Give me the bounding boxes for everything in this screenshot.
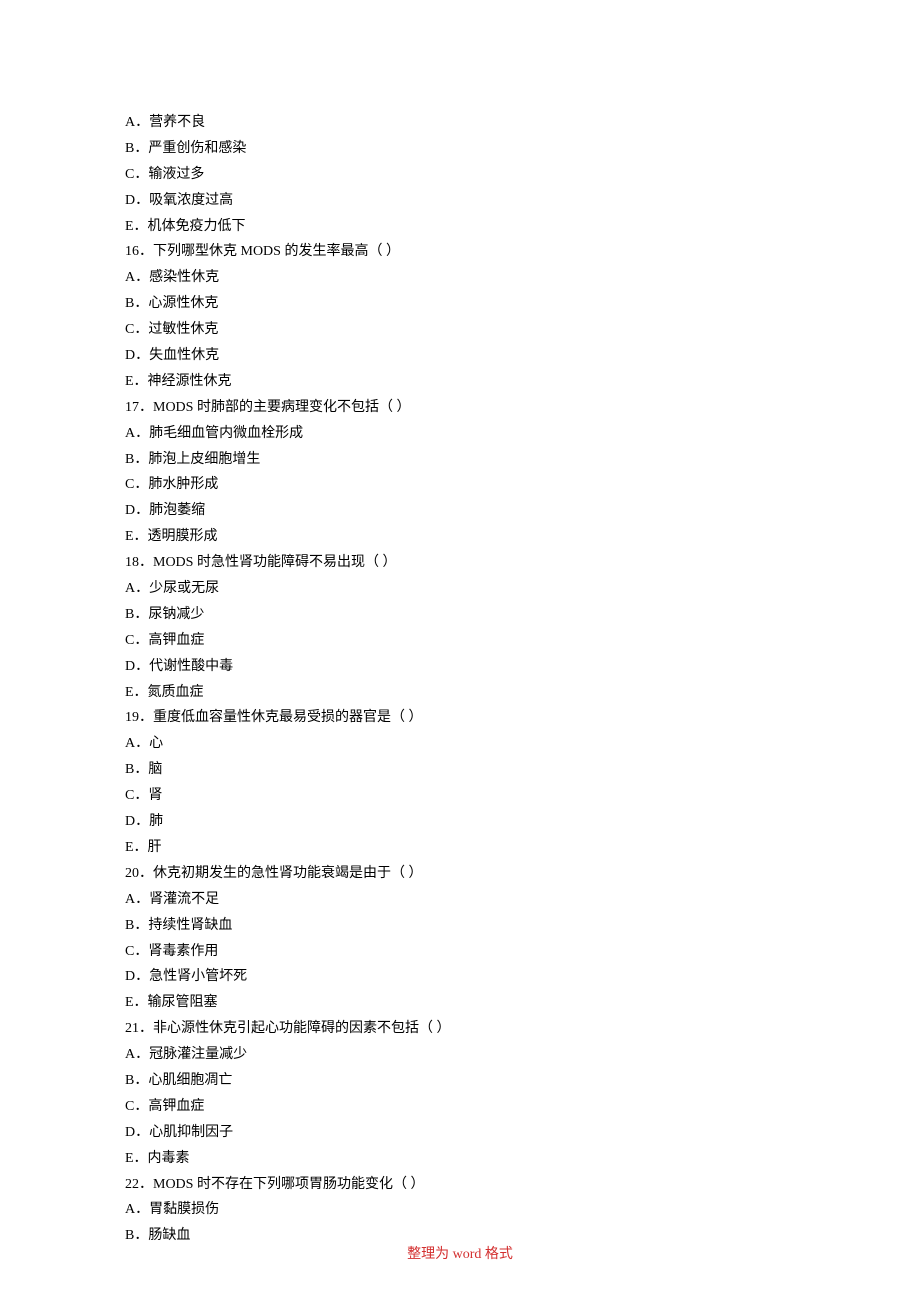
q17-c: C．肺水肿形成 (125, 472, 795, 498)
q16-b: B．心源性休克 (125, 291, 795, 317)
q20-b: B．持续性肾缺血 (125, 913, 795, 939)
q22-a: A．胃黏膜损伤 (125, 1197, 795, 1223)
q20-stem: 20．休克初期发生的急性肾功能衰竭是由于（ ） (125, 861, 795, 887)
footer-suffix: 格式 (485, 1247, 513, 1262)
q18-a: A．少尿或无尿 (125, 576, 795, 602)
q17-b: B．肺泡上皮细胞增生 (125, 447, 795, 473)
q21-b: B．心肌细胞凋亡 (125, 1068, 795, 1094)
q20-e: E．输尿管阻塞 (125, 990, 795, 1016)
q19-stem: 19．重度低血容量性休克最易受损的器官是（ ） (125, 705, 795, 731)
q16-d: D．失血性休克 (125, 343, 795, 369)
q20-d: D．急性肾小管坏死 (125, 964, 795, 990)
q22-stem: 22．MODS 时不存在下列哪项胃肠功能变化（ ） (125, 1172, 795, 1198)
opt-b-trauma-infection: B．严重创伤和感染 (125, 136, 795, 162)
q17-e: E．透明膜形成 (125, 524, 795, 550)
q18-d: D．代谢性酸中毒 (125, 654, 795, 680)
q17-d: D．肺泡萎缩 (125, 498, 795, 524)
q21-d: D．心肌抑制因子 (125, 1120, 795, 1146)
q18-b: B．尿钠减少 (125, 602, 795, 628)
q21-c: C．高钾血症 (125, 1094, 795, 1120)
q21-a: A．冠脉灌注量减少 (125, 1042, 795, 1068)
q19-d: D．肺 (125, 809, 795, 835)
opt-e-low-immunity: E．机体免疫力低下 (125, 214, 795, 240)
q21-e: E．内毒素 (125, 1146, 795, 1172)
q20-a: A．肾灌流不足 (125, 887, 795, 913)
q21-stem: 21．非心源性休克引起心功能障碍的因素不包括（ ） (125, 1016, 795, 1042)
q19-b: B．脑 (125, 757, 795, 783)
q18-e: E．氮质血症 (125, 680, 795, 706)
opt-a-malnutrition: A．营养不良 (125, 110, 795, 136)
q16-c: C．过敏性休克 (125, 317, 795, 343)
footer-word: word (449, 1247, 485, 1262)
footer: 整理为 word 格式 (0, 1242, 920, 1268)
q16-a: A．感染性休克 (125, 265, 795, 291)
q17-a: A．肺毛细血管内微血栓形成 (125, 421, 795, 447)
opt-d-high-oxygen: D．吸氧浓度过高 (125, 188, 795, 214)
q20-c: C．肾毒素作用 (125, 939, 795, 965)
document-body: A．营养不良B．严重创伤和感染C．输液过多D．吸氧浓度过高E．机体免疫力低下16… (125, 110, 795, 1249)
q18-stem: 18．MODS 时急性肾功能障碍不易出现（ ） (125, 550, 795, 576)
q19-a: A．心 (125, 731, 795, 757)
q18-c: C．高钾血症 (125, 628, 795, 654)
q17-stem: 17．MODS 时肺部的主要病理变化不包括（ ） (125, 395, 795, 421)
q16-e: E．神经源性休克 (125, 369, 795, 395)
q19-c: C．肾 (125, 783, 795, 809)
footer-prefix: 整理为 (407, 1247, 449, 1262)
q16-stem: 16．下列哪型休克 MODS 的发生率最高（ ） (125, 239, 795, 265)
q19-e: E．肝 (125, 835, 795, 861)
opt-c-overinfusion: C．输液过多 (125, 162, 795, 188)
